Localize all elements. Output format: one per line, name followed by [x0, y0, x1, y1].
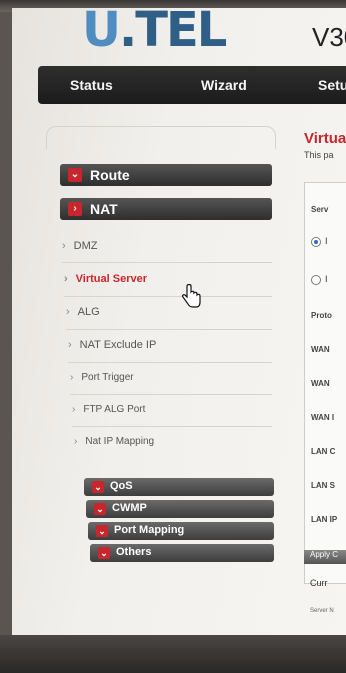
- arrow-icon: ›: [66, 306, 70, 318]
- page-description: This pa: [304, 150, 334, 160]
- sidebar-section-qos[interactable]: ⌄ QoS: [84, 478, 274, 496]
- arrow-icon: ›: [68, 339, 72, 351]
- wan-label-1: WAN: [311, 345, 330, 354]
- divider: [72, 426, 272, 427]
- sidebar-item-ftp-alg-port[interactable]: › FTP ALG Port: [72, 404, 145, 415]
- chevron-down-icon: ⌄: [92, 481, 104, 493]
- divider: [66, 329, 272, 330]
- divider: [68, 362, 272, 363]
- utel-logo: U.TEL: [82, 8, 227, 58]
- sidebar-section-others[interactable]: ⌄ Others: [90, 544, 274, 562]
- wan-label-2: WAN: [311, 379, 330, 388]
- arrow-icon: ›: [72, 404, 76, 415]
- sidebar-section-port-mapping[interactable]: ⌄ Port Mapping: [88, 522, 274, 540]
- lan-label-1: LAN C: [311, 447, 336, 456]
- sidebar-item-virtual-server[interactable]: › Virtual Server: [64, 273, 147, 285]
- apply-button[interactable]: Apply C: [304, 550, 346, 564]
- lan-label-2: LAN S: [311, 481, 335, 490]
- lan-label-3: LAN IP: [311, 515, 338, 524]
- server-label: Serv: [311, 205, 329, 214]
- radio-option-2[interactable]: [311, 275, 321, 285]
- chevron-down-icon: ⌄: [96, 525, 108, 537]
- sidebar-item-port-trigger[interactable]: › Port Trigger: [70, 372, 134, 383]
- page-title: Virtua: [304, 130, 346, 147]
- sidebar: ⌄ Route › NAT › DMZ › Virtual Server › ALG …: [40, 126, 278, 638]
- virtual-server-form: Serv I I Proto WAN WAN WAN I LAN C LAN S…: [304, 182, 346, 584]
- arrow-icon: ›: [62, 240, 66, 252]
- radio-option-1-label: I: [325, 236, 328, 246]
- arrow-icon: ›: [64, 273, 68, 285]
- sidebar-item-alg[interactable]: › ALG: [66, 306, 100, 318]
- divider: [62, 262, 272, 263]
- chevron-down-icon: ⌄: [94, 503, 106, 515]
- radio-option-2-label: I: [325, 274, 328, 284]
- browser-screen: U.TEL V30 Status Wizard Setu ⌄ Route › N…: [12, 8, 346, 638]
- chevron-down-icon: ⌄: [68, 168, 82, 182]
- chevron-down-icon: ⌄: [98, 547, 110, 559]
- current-list-label: Curr: [310, 578, 328, 588]
- sidebar-section-route[interactable]: ⌄ Route: [60, 164, 272, 186]
- sidebar-section-cwmp[interactable]: ⌄ CWMP: [86, 500, 274, 518]
- chevron-right-icon: ›: [68, 202, 82, 216]
- divider: [70, 394, 272, 395]
- main-content: Virtua This pa Serv I I Proto WAN WAN WA…: [304, 126, 346, 636]
- divider: [64, 296, 272, 297]
- monitor-bezel-bottom: [0, 635, 346, 673]
- model-name: V30: [312, 22, 346, 52]
- tab-wizard[interactable]: Wizard: [201, 77, 247, 93]
- hand-pointer-icon: [182, 284, 201, 308]
- server-name-column: Server N: [310, 608, 334, 614]
- protocol-label: Proto: [311, 311, 332, 320]
- arrow-icon: ›: [74, 436, 78, 447]
- tab-setup[interactable]: Setu: [318, 77, 346, 93]
- top-navbar: Status Wizard Setu: [38, 66, 346, 104]
- tab-status[interactable]: Status: [70, 77, 113, 93]
- sidebar-item-nat-ip-mapping[interactable]: › Nat IP Mapping: [74, 436, 154, 447]
- sidebar-item-nat-exclude-ip[interactable]: › NAT Exclude IP: [68, 339, 156, 351]
- arrow-icon: ›: [70, 372, 74, 383]
- sidebar-frame: [46, 126, 276, 149]
- sidebar-item-dmz[interactable]: › DMZ: [62, 240, 98, 252]
- wan-label-3: WAN I: [311, 413, 335, 422]
- sidebar-section-nat[interactable]: › NAT: [60, 198, 272, 220]
- radio-option-1[interactable]: [311, 237, 321, 247]
